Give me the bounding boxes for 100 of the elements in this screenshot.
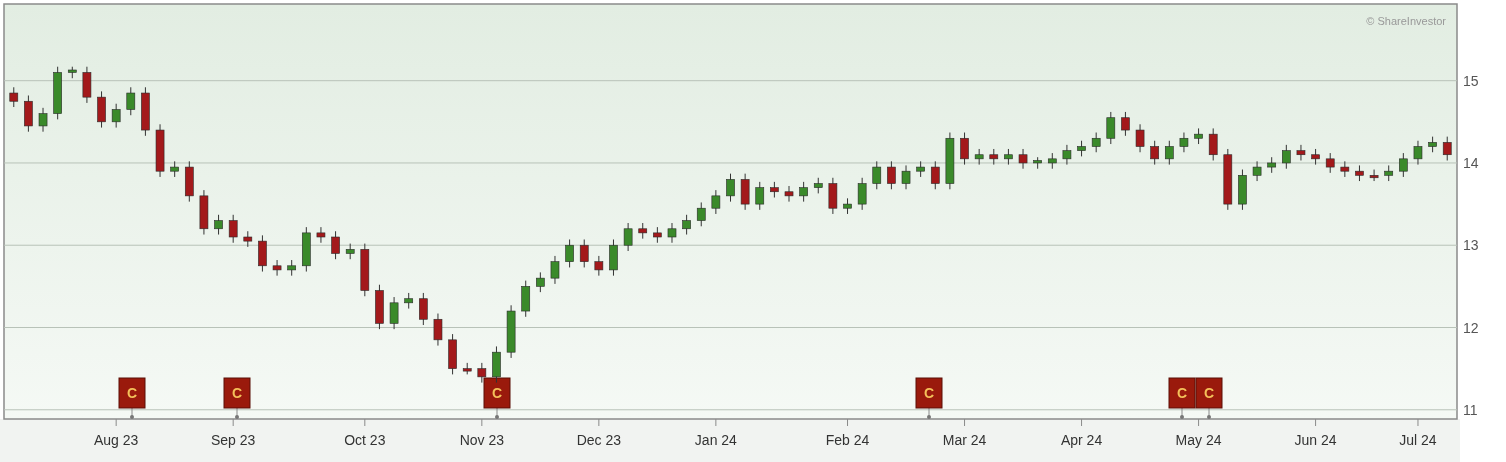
axis-label: Nov 23 (459, 432, 504, 448)
candlestick (536, 271, 545, 293)
candlestick (1238, 169, 1247, 211)
candlestick (755, 181, 765, 211)
candlestick (404, 292, 414, 310)
candlestick (448, 333, 457, 375)
copyright-text: © ShareInvestor (1366, 15, 1446, 27)
candlestick (1135, 123, 1145, 153)
axis-label: Jan 24 (694, 432, 737, 448)
candlestick (960, 132, 969, 166)
candlestick (594, 255, 604, 277)
axis-label: Feb 24 (825, 432, 870, 448)
candlestick (1223, 148, 1233, 211)
candlestick (682, 214, 691, 236)
candlestick (1369, 169, 1379, 182)
candlestick (623, 222, 633, 252)
candlestick (1384, 164, 1394, 182)
candlestick (609, 238, 618, 277)
candlestick (111, 103, 121, 129)
axis-label: Jul 24 (1399, 432, 1437, 448)
candlestick (799, 181, 808, 203)
axis-label: 12 (1463, 319, 1479, 336)
candlestick (24, 95, 33, 133)
candlestick (1091, 132, 1101, 153)
axis-label: 14 (1463, 154, 1479, 171)
candlestick (1018, 148, 1028, 170)
candlestick (97, 90, 106, 129)
candlestick (82, 66, 92, 104)
candlestick (170, 160, 179, 178)
candlestick (1004, 148, 1013, 166)
axis-label: Aug 23 (94, 432, 139, 448)
candlestick (302, 226, 311, 273)
candlestick (1179, 132, 1189, 153)
candlestick (67, 66, 77, 79)
candlestick (1325, 152, 1335, 174)
axis-label: 11 (1463, 401, 1478, 418)
candlestick (1252, 160, 1262, 182)
candlestick (667, 222, 677, 244)
candlestick (287, 259, 296, 277)
candlestick (389, 296, 399, 330)
candlestick (930, 160, 940, 190)
candlestick (916, 160, 925, 178)
candlestick (185, 160, 194, 203)
candlestick (1121, 111, 1130, 137)
candlestick (857, 177, 867, 211)
candlestick (901, 164, 911, 190)
candlestick (638, 222, 648, 240)
candlestick (360, 243, 370, 297)
candlestick (579, 238, 589, 268)
candlestick (813, 177, 823, 194)
candlestick (1340, 160, 1350, 178)
candlestick (565, 238, 574, 268)
axis-label: Apr 24 (1060, 432, 1103, 448)
candlestick (433, 313, 443, 347)
candlestick (872, 160, 882, 190)
candlestick (1355, 164, 1364, 182)
candlestick (419, 292, 428, 326)
axis-label: Jun 24 (1294, 432, 1337, 448)
candlestick (1413, 140, 1423, 166)
candlestick (345, 243, 355, 260)
candlestick (1311, 148, 1320, 166)
candlestick (462, 362, 472, 375)
candlestick (1033, 156, 1042, 170)
candlestick (974, 148, 984, 166)
candlestick (155, 123, 165, 178)
candlestick (989, 148, 999, 166)
candlestick (711, 189, 721, 215)
candlestick (726, 173, 735, 203)
candlestick (1428, 136, 1437, 153)
candlestick (1194, 127, 1203, 145)
candlestick (945, 132, 955, 190)
candlestick (828, 177, 838, 215)
axis-label: 13 (1463, 237, 1479, 254)
candlestick (331, 230, 340, 260)
candlestick (843, 197, 852, 215)
candlestick (272, 259, 282, 277)
candlestick (492, 345, 501, 384)
candlestick (1296, 144, 1306, 161)
candlestick (506, 304, 516, 359)
candlestick (696, 201, 706, 227)
candlestick (653, 226, 662, 244)
candlestick (53, 66, 62, 120)
axis-label: Mar 24 (942, 432, 987, 448)
candlestick (477, 362, 487, 384)
candlestick (316, 226, 326, 244)
candlestick (1106, 111, 1116, 145)
candlestick (887, 160, 896, 190)
axis-label: 15 (1463, 72, 1479, 89)
candlestick (1047, 152, 1057, 170)
axis-label: Sep 23 (211, 432, 256, 448)
candlestick (521, 280, 531, 318)
candlestick (9, 86, 19, 108)
candlestick (126, 86, 136, 116)
candlestick (740, 173, 750, 211)
candlestick (770, 181, 779, 198)
candlestick (1442, 136, 1452, 161)
candlestick (38, 107, 48, 133)
axis-label: Oct 23 (344, 432, 386, 448)
candlestick (375, 284, 384, 330)
candlestick (784, 185, 794, 203)
